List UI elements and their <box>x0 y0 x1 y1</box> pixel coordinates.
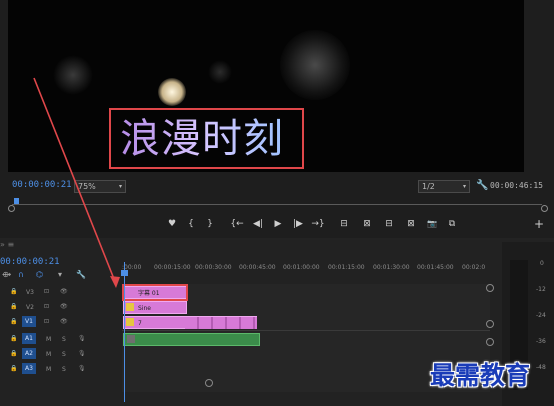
watermark-logo: 最需教育 <box>430 361 531 390</box>
annotation-arrow <box>33 77 120 288</box>
